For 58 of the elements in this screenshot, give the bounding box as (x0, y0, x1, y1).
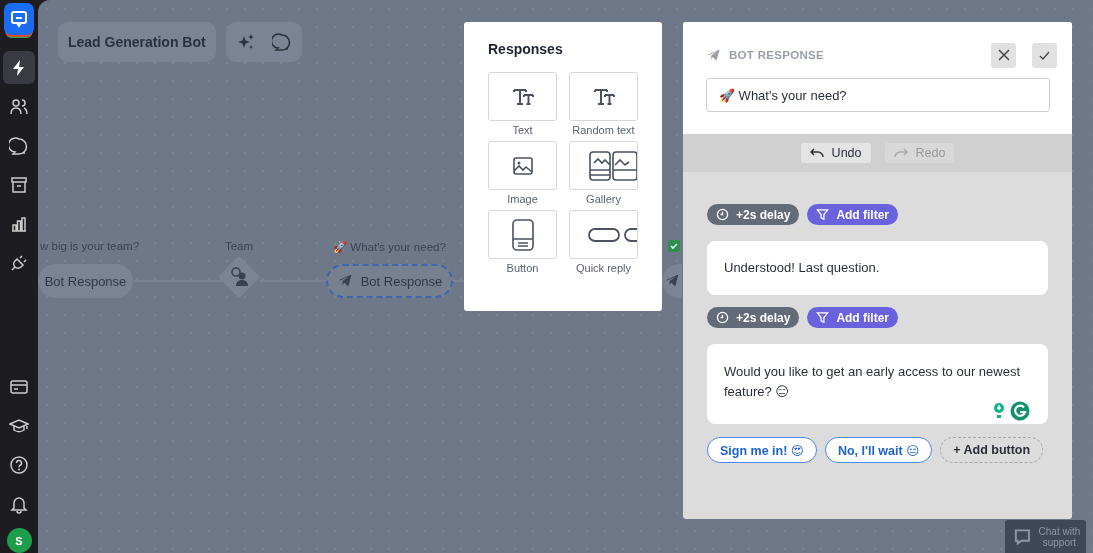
response-type-tile[interactable] (569, 72, 638, 121)
archive-icon (9, 174, 29, 195)
add-filter-button[interactable]: Add filter (807, 307, 899, 328)
close-button[interactable] (991, 42, 1016, 68)
check-badge-icon (668, 240, 680, 252)
help-icon (9, 454, 29, 475)
message-card[interactable]: Understood! Last question. (707, 241, 1048, 295)
undo-icon (809, 148, 824, 158)
people-icon (9, 96, 29, 117)
confirm-button[interactable] (1032, 42, 1057, 68)
bot-response-node[interactable]: Bot Response (326, 264, 453, 298)
paper-plane-icon (664, 273, 680, 289)
close-icon (997, 49, 1010, 61)
tile-label: Random text (572, 124, 635, 136)
tile-label: Text (512, 124, 533, 136)
chat-bubble-icon[interactable] (271, 32, 292, 52)
delay-chip[interactable]: +2s delay (707, 307, 800, 328)
response-type-tile[interactable] (488, 72, 557, 121)
clock-icon (716, 311, 729, 324)
filter-icon (816, 208, 830, 221)
undo-button[interactable]: Undo (800, 143, 871, 163)
lightbulb-icon[interactable] (992, 402, 1006, 420)
clock-icon (716, 208, 729, 221)
plug-icon (9, 252, 29, 273)
response-name-field[interactable]: 🚀 What's your need? (706, 78, 1050, 112)
message-text: Would you like to get an early access to our newest feature? 😑 (724, 364, 1021, 399)
tile-label: Image (507, 193, 538, 205)
message-card[interactable]: Would you like to get an early access to our newest feature? 😑 (707, 344, 1048, 424)
message-text: Understood! Last question. (724, 260, 880, 275)
phone-button-icon (510, 218, 535, 251)
paper-plane-icon (706, 47, 721, 63)
panel-heading: BOT RESPONSE (729, 49, 825, 61)
add-filter-button[interactable]: Add filter (807, 204, 899, 225)
chat-bubble-icon (9, 135, 29, 156)
sidebar-item[interactable] (3, 51, 35, 84)
response-type-tile[interactable] (488, 210, 557, 259)
app-logo-icon[interactable] (4, 3, 34, 35)
team-icon (228, 266, 250, 288)
bot-name-label[interactable]: Lead Generation Bot (58, 22, 216, 62)
tile-label: Quick reply (576, 262, 631, 274)
gallery-icon (589, 149, 637, 182)
response-type-tile[interactable] (569, 141, 638, 190)
g-logo-icon[interactable] (1010, 401, 1030, 421)
delay-chip[interactable]: +2s delay (707, 204, 800, 225)
quick-reply-button[interactable]: Sign me in! 😍 (707, 437, 817, 463)
user-avatar[interactable]: S (6, 528, 32, 553)
chat-bubble-icon (1013, 526, 1032, 547)
redo-icon (893, 148, 908, 158)
tile-label: Button (506, 262, 539, 274)
bot-response-node[interactable]: Bot Response (38, 264, 133, 298)
response-type-tile[interactable] (569, 210, 638, 259)
check-icon (1039, 50, 1050, 60)
panel-title: Responses (488, 41, 564, 57)
filter-icon (816, 311, 830, 324)
quick-reply-button[interactable]: No, I'll wait 😑 (824, 437, 933, 463)
tile-label: Gallery (586, 193, 621, 205)
response-type-tile[interactable] (488, 141, 557, 190)
bot-response-node[interactable] (662, 264, 682, 298)
